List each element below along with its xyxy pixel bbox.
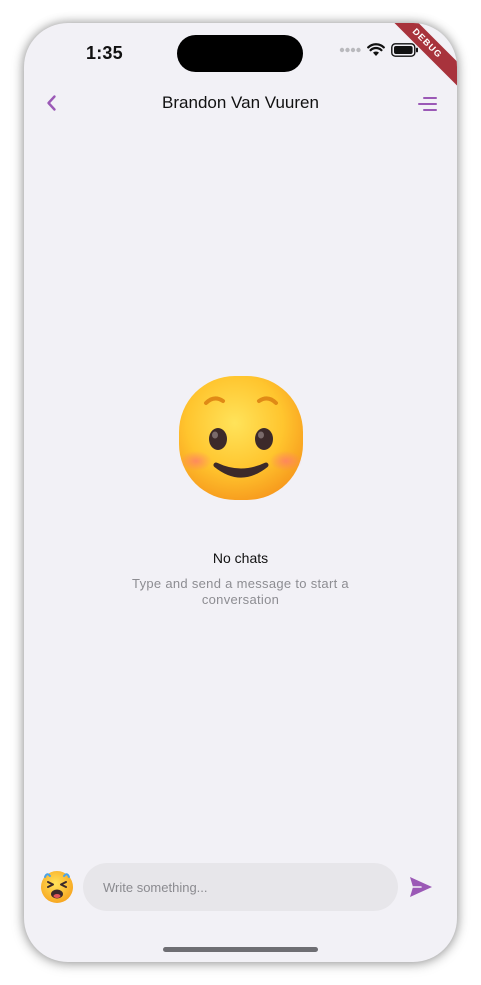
battery-icon	[391, 43, 418, 57]
smiling-face-icon	[178, 376, 303, 500]
status-icons	[339, 43, 419, 57]
app-bar: Brandon Van Vuuren	[24, 83, 457, 123]
message-input[interactable]	[83, 863, 398, 911]
home-indicator[interactable]	[163, 947, 318, 952]
status-time: 1:35	[86, 43, 123, 63]
menu-lines-icon[interactable]	[415, 92, 439, 116]
signal-dots-icon	[339, 47, 361, 53]
message-composer	[24, 863, 457, 911]
chat-title: Brandon Van Vuuren	[162, 93, 319, 112]
emoji-picker-icon[interactable]	[39, 869, 75, 905]
debug-banner: DEBUG	[378, 23, 457, 92]
empty-chat-state: No chats Type and send a message to star…	[24, 373, 457, 608]
send-icon[interactable]	[408, 875, 434, 899]
dynamic-island	[177, 35, 303, 72]
empty-state-title: No chats	[212, 550, 269, 566]
empty-state-subtitle: Type and send a message to start a conve…	[132, 576, 349, 607]
phone-screen: 1:35 DEBUG Brandon Van Vuuren No chats T…	[24, 23, 457, 962]
wifi-icon	[367, 43, 385, 56]
